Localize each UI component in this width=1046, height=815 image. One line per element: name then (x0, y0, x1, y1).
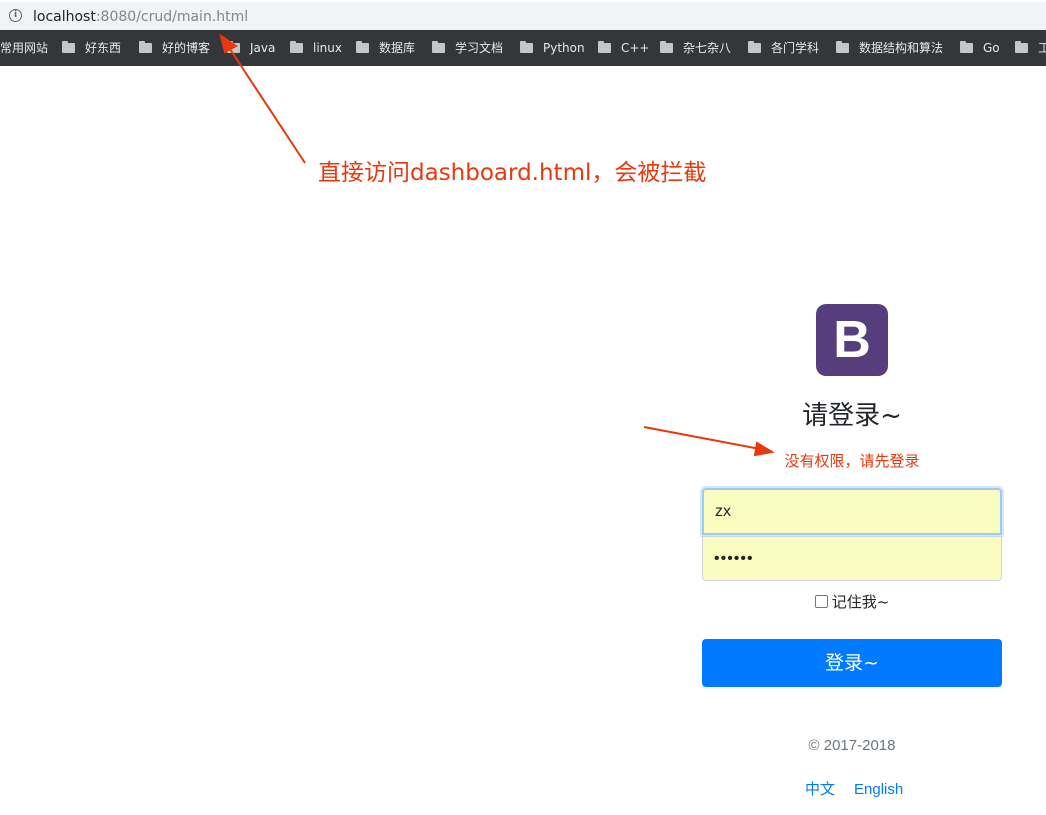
copyright: © 2017-2018 (808, 737, 896, 754)
password-input[interactable]: •••••• (702, 536, 1002, 581)
arrow-head-url (219, 33, 238, 54)
page-title: 请登录~ (802, 401, 902, 431)
arrow-to-url (227, 45, 306, 164)
remember-label: 记住我~ (831, 593, 890, 611)
username-value: zx (715, 502, 731, 520)
password-value: •••••• (714, 549, 754, 567)
login-button[interactable]: 登录~ (702, 639, 1002, 687)
error-message: 没有权限，请先登录 (784, 452, 920, 470)
remember-me: 记住我~ (702, 592, 1002, 612)
annotation-text: 直接访问dashboard.html，会被拦截 (318, 160, 707, 186)
remember-checkbox[interactable] (814, 595, 828, 608)
bootstrap-logo: B (816, 304, 888, 376)
lang-link-zh[interactable]: 中文 (805, 780, 835, 800)
username-input[interactable]: zx (702, 488, 1002, 535)
lang-link-en[interactable]: English (854, 780, 903, 800)
